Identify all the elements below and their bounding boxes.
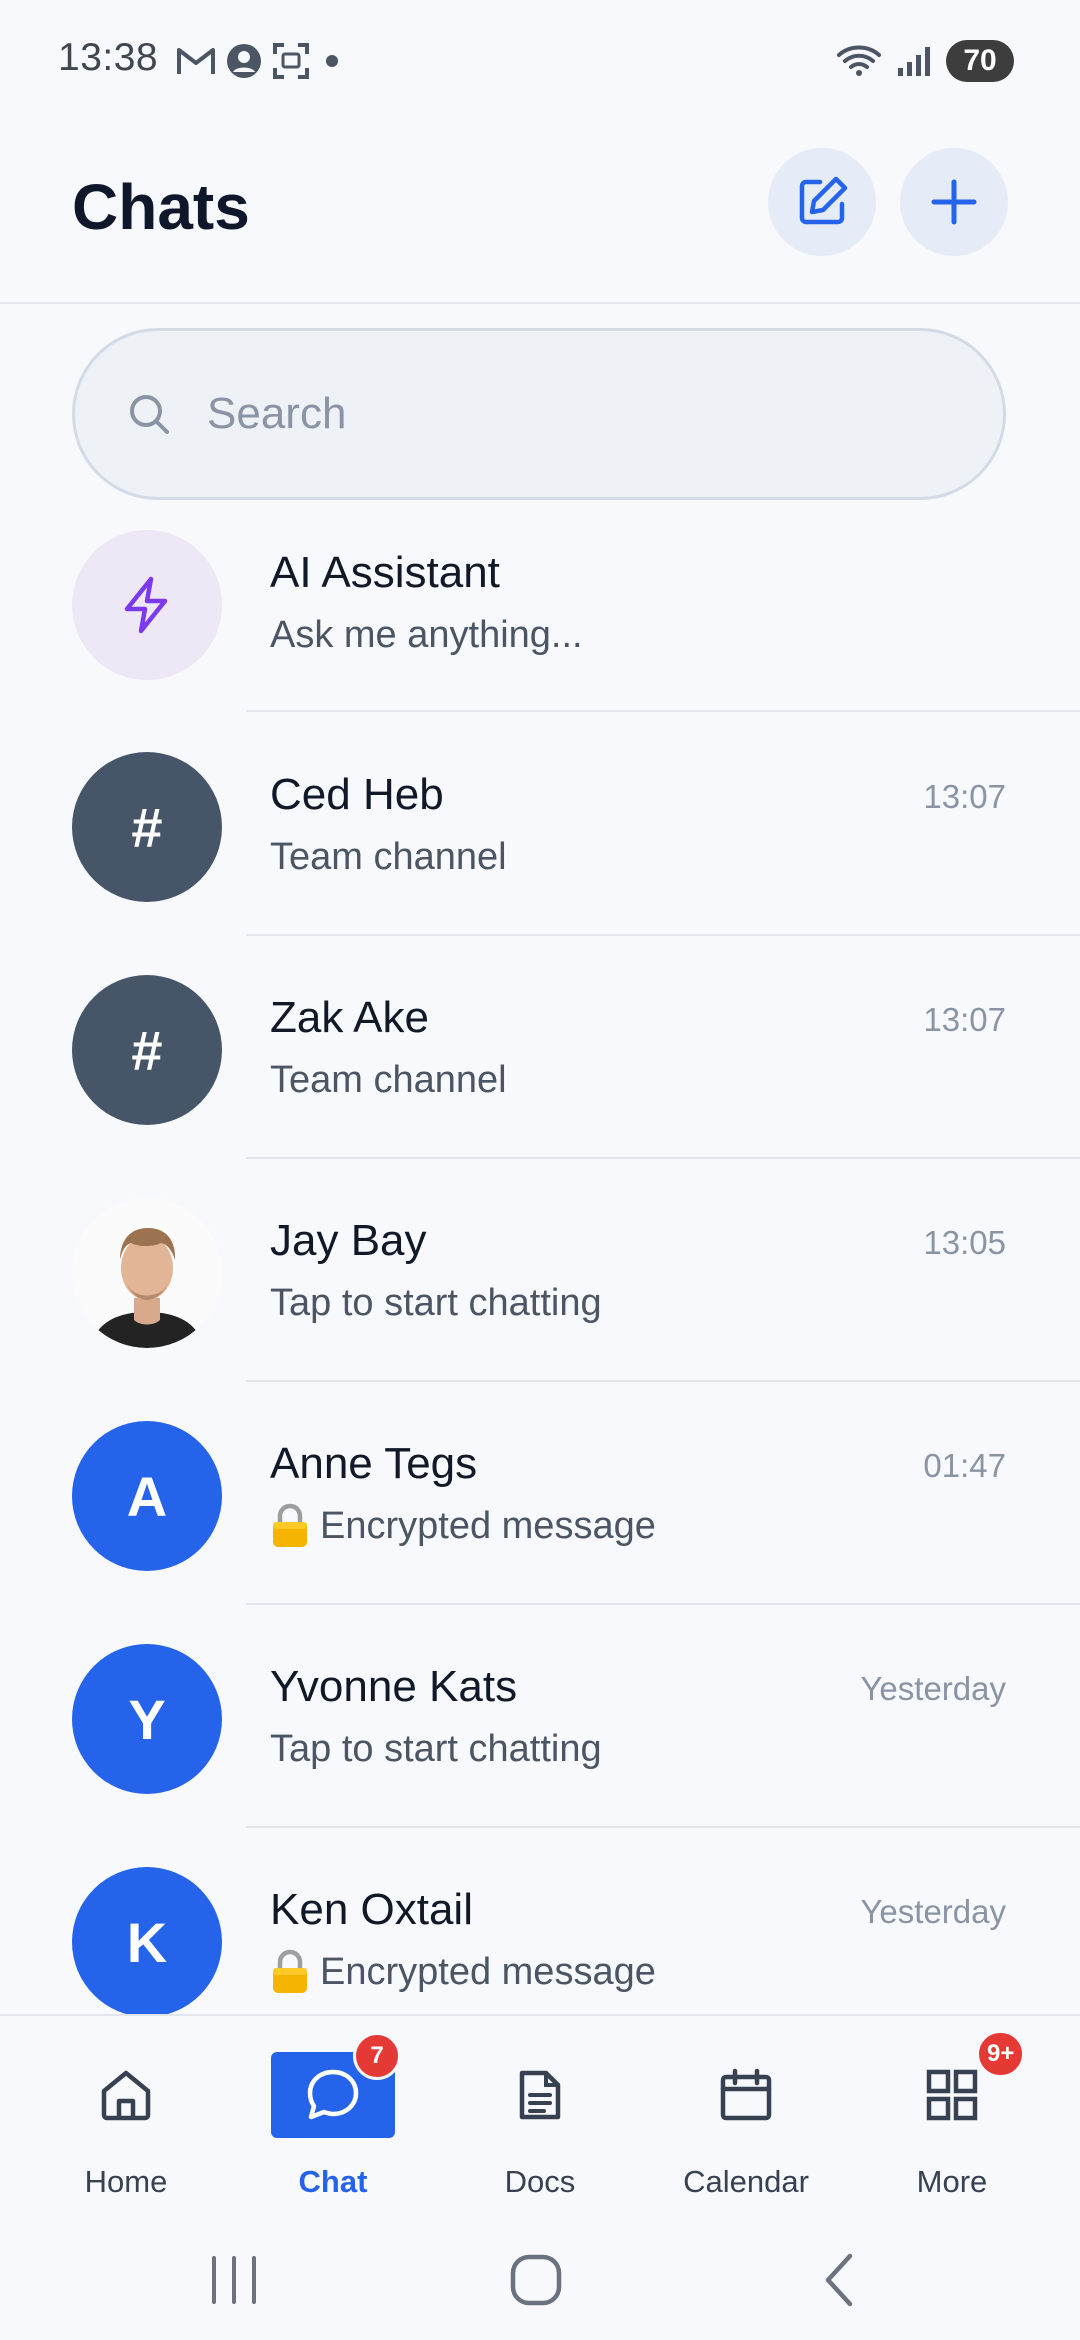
recent-apps-icon [212, 2256, 256, 2304]
chat-preview: Team channel [270, 836, 507, 879]
plus-icon [931, 179, 977, 225]
person-photo [72, 1198, 222, 1348]
chat-item-jay-bay[interactable]: Jay Bay Tap to start chatting 13:05 [0, 1158, 1080, 1382]
chat-time: Yesterday [860, 1670, 1006, 1707]
nav-icon-wrap [64, 2052, 188, 2138]
lightning-icon [124, 576, 168, 634]
grid-icon [926, 2069, 978, 2121]
chat-list: AI Assistant Ask me anything... # Ced He… [0, 530, 1080, 2014]
avatar-text: Y [128, 1687, 166, 1751]
system-icons: 70 [836, 40, 1014, 82]
bottom-navigation: Home 7 Chat Docs Calendar 9+ More [0, 2014, 1080, 2216]
avatar: K [72, 1867, 222, 2014]
search-input[interactable] [205, 388, 909, 440]
signal-icon [898, 47, 930, 76]
nav-calendar[interactable]: Calendar [656, 2016, 836, 2216]
nav-icon-wrap [684, 2052, 808, 2138]
chat-item-ced-heb[interactable]: # Ced Heb Team channel 13:07 [0, 712, 1080, 936]
status-time: 13:38 [58, 36, 159, 79]
chat-preview-text: Encrypted message [320, 1950, 656, 1993]
chat-name: Ken Oxtail [270, 1885, 473, 1934]
chat-time: Yesterday [860, 1893, 1006, 1930]
avatar-text: # [131, 1018, 163, 1082]
chat-time: 13:07 [923, 778, 1006, 815]
avatar-text: K [126, 1910, 168, 1974]
chat-time: 01:47 [923, 1447, 1006, 1484]
page-title: Chats [72, 171, 250, 243]
chat-name: AI Assistant [270, 548, 500, 597]
status-bar: 13:38 70 [0, 0, 1080, 130]
nav-docs[interactable]: Docs [450, 2016, 630, 2216]
more-notification-badge: 9+ [976, 2030, 1026, 2078]
nav-more[interactable]: 9+ More [862, 2016, 1042, 2216]
nav-label: More [916, 2164, 988, 2199]
chat-item-ken-oxtail[interactable]: K Ken Oxtail Encrypted message Yesterday [0, 1827, 1080, 2014]
new-chat-button[interactable] [900, 148, 1008, 256]
chat-preview: Ask me anything... [270, 614, 583, 657]
chat-item-yvonne-kats[interactable]: Y Yvonne Kats Tap to start chatting Yest… [0, 1604, 1080, 1828]
home-circle-icon [510, 2254, 562, 2306]
avatar: # [72, 975, 222, 1125]
battery-indicator: 70 [946, 40, 1014, 82]
chat-preview: Encrypted message [270, 1949, 656, 1995]
chat-item-anne-tegs[interactable]: A Anne Tegs Encrypted message 01:47 [0, 1381, 1080, 1605]
chat-time: 13:05 [923, 1224, 1006, 1261]
nav-label: Docs [504, 2164, 576, 2199]
chat-preview-text: Ask me anything... [270, 614, 583, 656]
calendar-icon [720, 2068, 772, 2121]
avatar: Y [72, 1644, 222, 1794]
chat-preview: Team channel [270, 1059, 507, 1102]
chat-item-zak-ake[interactable]: # Zak Ake Team channel 13:07 [0, 935, 1080, 1159]
screenshot-icon [273, 43, 309, 79]
lock-icon [273, 1503, 307, 1547]
chat-preview-text: Team channel [270, 1059, 507, 1101]
chat-preview-text: Team channel [270, 836, 507, 878]
system-navigation-bar [0, 2214, 1080, 2340]
back-icon [825, 2253, 853, 2307]
nav-home[interactable]: Home [36, 2016, 216, 2216]
notification-icons [176, 42, 344, 80]
chat-preview: Tap to start chatting [270, 1282, 602, 1325]
edit-square-icon [799, 176, 848, 225]
chat-time: 13:07 [923, 1001, 1006, 1038]
avatar-photo [72, 1198, 222, 1348]
nav-chat[interactable]: 7 Chat [243, 2016, 423, 2216]
chat-name: Ced Heb [270, 770, 444, 819]
chat-bubble-icon [307, 2069, 359, 2120]
chat-name: Anne Tegs [270, 1439, 478, 1488]
chat-preview-text: Tap to start chatting [270, 1282, 602, 1324]
nav-label: Home [84, 2164, 168, 2199]
home-icon [101, 2070, 151, 2121]
search-icon [130, 395, 169, 434]
compose-button[interactable] [768, 148, 876, 256]
nav-icon-wrap [478, 2052, 602, 2138]
chat-preview: Encrypted message [270, 1503, 656, 1549]
avatar: # [72, 752, 222, 902]
chat-name: Yvonne Kats [270, 1662, 518, 1711]
wifi-icon [837, 45, 881, 76]
gmail-icon [177, 48, 215, 74]
nav-label: Calendar [683, 2164, 809, 2199]
back-button[interactable] [790, 2240, 890, 2320]
chat-unread-badge: 7 [353, 2032, 401, 2080]
document-icon [519, 2070, 561, 2120]
chat-preview-text: Encrypted message [320, 1504, 656, 1547]
account-circle-icon [227, 44, 261, 78]
chat-preview: Tap to start chatting [270, 1728, 602, 1771]
home-system-button[interactable] [486, 2240, 586, 2320]
avatar: A [72, 1421, 222, 1571]
avatar-text: A [126, 1464, 168, 1528]
recent-apps-button[interactable] [184, 2240, 284, 2320]
avatar [72, 530, 222, 680]
app-header: Chats [0, 130, 1080, 304]
chat-name: Jay Bay [270, 1216, 427, 1265]
search-bar[interactable] [72, 328, 1006, 500]
avatar-text: # [131, 795, 163, 859]
dot-icon [326, 55, 338, 67]
nav-label: Chat [298, 2164, 368, 2199]
chat-preview-text: Tap to start chatting [270, 1728, 602, 1770]
lock-icon [273, 1949, 307, 1993]
chat-name: Zak Ake [270, 993, 429, 1042]
